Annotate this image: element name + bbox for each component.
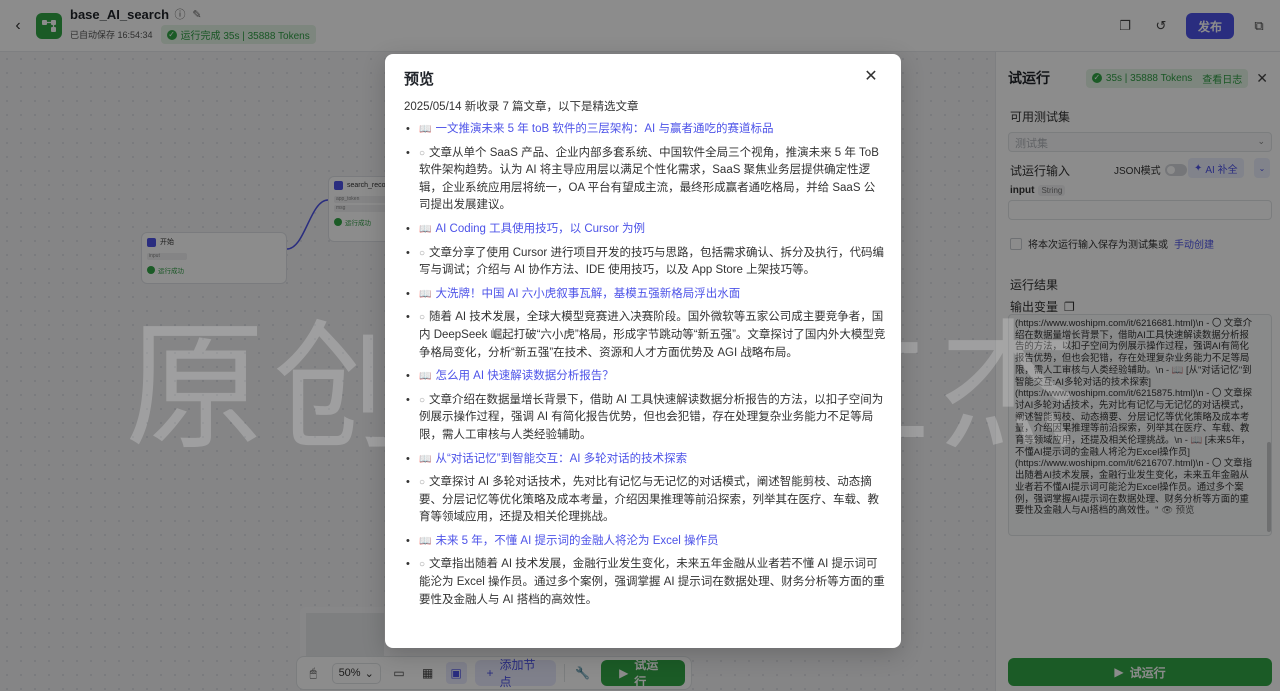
- article-title-link[interactable]: 未来 5 年，不懂 AI 提示词的金融人将沦为 Excel 操作员: [435, 535, 718, 547]
- comment-icon: ○: [419, 394, 426, 406]
- comment-icon: ○: [419, 247, 426, 259]
- article-desc: 文章指出随着 AI 技术发展，金融行业发生变化，未来五年金融从业者若不懂 AI …: [419, 558, 885, 606]
- book-icon: 📖: [419, 371, 432, 383]
- list-item: ○文章探讨 AI 多轮对话技术，先对比有记忆与无记忆的对话模式，阐述智能剪枝、动…: [404, 474, 886, 527]
- article-title-link[interactable]: 一文推演未来 5 年 toB 软件的三层架构：AI 与赢者通吃的赛道标品: [435, 123, 773, 135]
- list-item[interactable]: 📖从“对话记忆”到智能交互：AI 多轮对话的技术探索: [404, 451, 886, 469]
- list-item: ○文章指出随着 AI 技术发展，金融行业发生变化，未来五年金融从业者若不懂 AI…: [404, 556, 886, 609]
- article-desc: 文章探讨 AI 多轮对话技术，先对比有记忆与无记忆的对话模式，阐述智能剪枝、动态…: [419, 476, 879, 524]
- close-icon[interactable]: ✕: [861, 66, 881, 86]
- article-desc: 文章介绍在数据量增长背景下，借助 AI 工具快速解读数据分析报告的方法，以扣子空…: [419, 393, 884, 441]
- article-desc: 文章分享了使用 Cursor 进行项目开发的技巧与思路，包括需求确认、拆分及执行…: [419, 246, 884, 277]
- article-title-link[interactable]: 怎么用 AI 快速解读数据分析报告？: [435, 370, 613, 382]
- list-item[interactable]: 📖大洗牌！中国 AI 六小虎叙事瓦解，基模五强新格局浮出水面: [404, 286, 886, 304]
- comment-icon: ○: [419, 312, 426, 324]
- comment-icon: ○: [419, 147, 426, 159]
- article-title-link[interactable]: 大洗牌！中国 AI 六小虎叙事瓦解，基模五强新格局浮出水面: [435, 288, 740, 300]
- list-item[interactable]: 📖怎么用 AI 快速解读数据分析报告？: [404, 368, 886, 386]
- list-item: ○文章从单个 SaaS 产品、企业内部多套系统、中国软件全局三个视角，推演未来 …: [404, 145, 886, 215]
- article-desc: 随着 AI 技术发展，全球大模型竞赛进入决赛阶段。国外微软等五家公司成主要竞争者…: [419, 311, 886, 359]
- comment-icon: ○: [419, 559, 426, 571]
- list-item[interactable]: 📖未来 5 年，不懂 AI 提示词的金融人将沦为 Excel 操作员: [404, 533, 886, 551]
- book-icon: 📖: [419, 453, 432, 465]
- list-item[interactable]: 📖AI Coding 工具使用技巧，以 Cursor 为例: [404, 221, 886, 239]
- book-icon: 📖: [419, 535, 432, 547]
- modal-title: 预览: [404, 71, 435, 88]
- article-title-link[interactable]: AI Coding 工具使用技巧，以 Cursor 为例: [435, 223, 645, 235]
- book-icon: 📖: [419, 288, 432, 300]
- article-title-link[interactable]: 从“对话记忆”到智能交互：AI 多轮对话的技术探索: [435, 453, 687, 465]
- book-icon: 📖: [419, 124, 432, 135]
- list-item[interactable]: 📖一文推演未来 5 年 toB 软件的三层架构：AI 与赢者通吃的赛道标品: [404, 121, 886, 139]
- list-item: ○文章分享了使用 Cursor 进行项目开发的技巧与思路，包括需求确认、拆分及执…: [404, 245, 886, 280]
- book-icon: 📖: [419, 223, 432, 235]
- modal-body: 2025/05/14 新收录 7 篇文章，以下是精选文章 📖一文推演未来 5 年…: [404, 100, 886, 615]
- article-desc: 文章从单个 SaaS 产品、企业内部多套系统、中国软件全局三个视角，推演未来 5…: [419, 146, 879, 212]
- list-item: ○随着 AI 技术发展，全球大模型竞赛进入决赛阶段。国外微软等五家公司成主要竞争…: [404, 309, 886, 362]
- preview-modal: 预览 ✕ 2025/05/14 新收录 7 篇文章，以下是精选文章 📖一文推演未…: [385, 54, 901, 648]
- comment-icon: ○: [419, 477, 426, 489]
- article-list: 📖一文推演未来 5 年 toB 软件的三层架构：AI 与赢者通吃的赛道标品 ○文…: [404, 121, 886, 609]
- modal-intro: 2025/05/14 新收录 7 篇文章，以下是精选文章: [404, 101, 639, 113]
- list-item: ○文章介绍在数据量增长背景下，借助 AI 工具快速解读数据分析报告的方法，以扣子…: [404, 392, 886, 445]
